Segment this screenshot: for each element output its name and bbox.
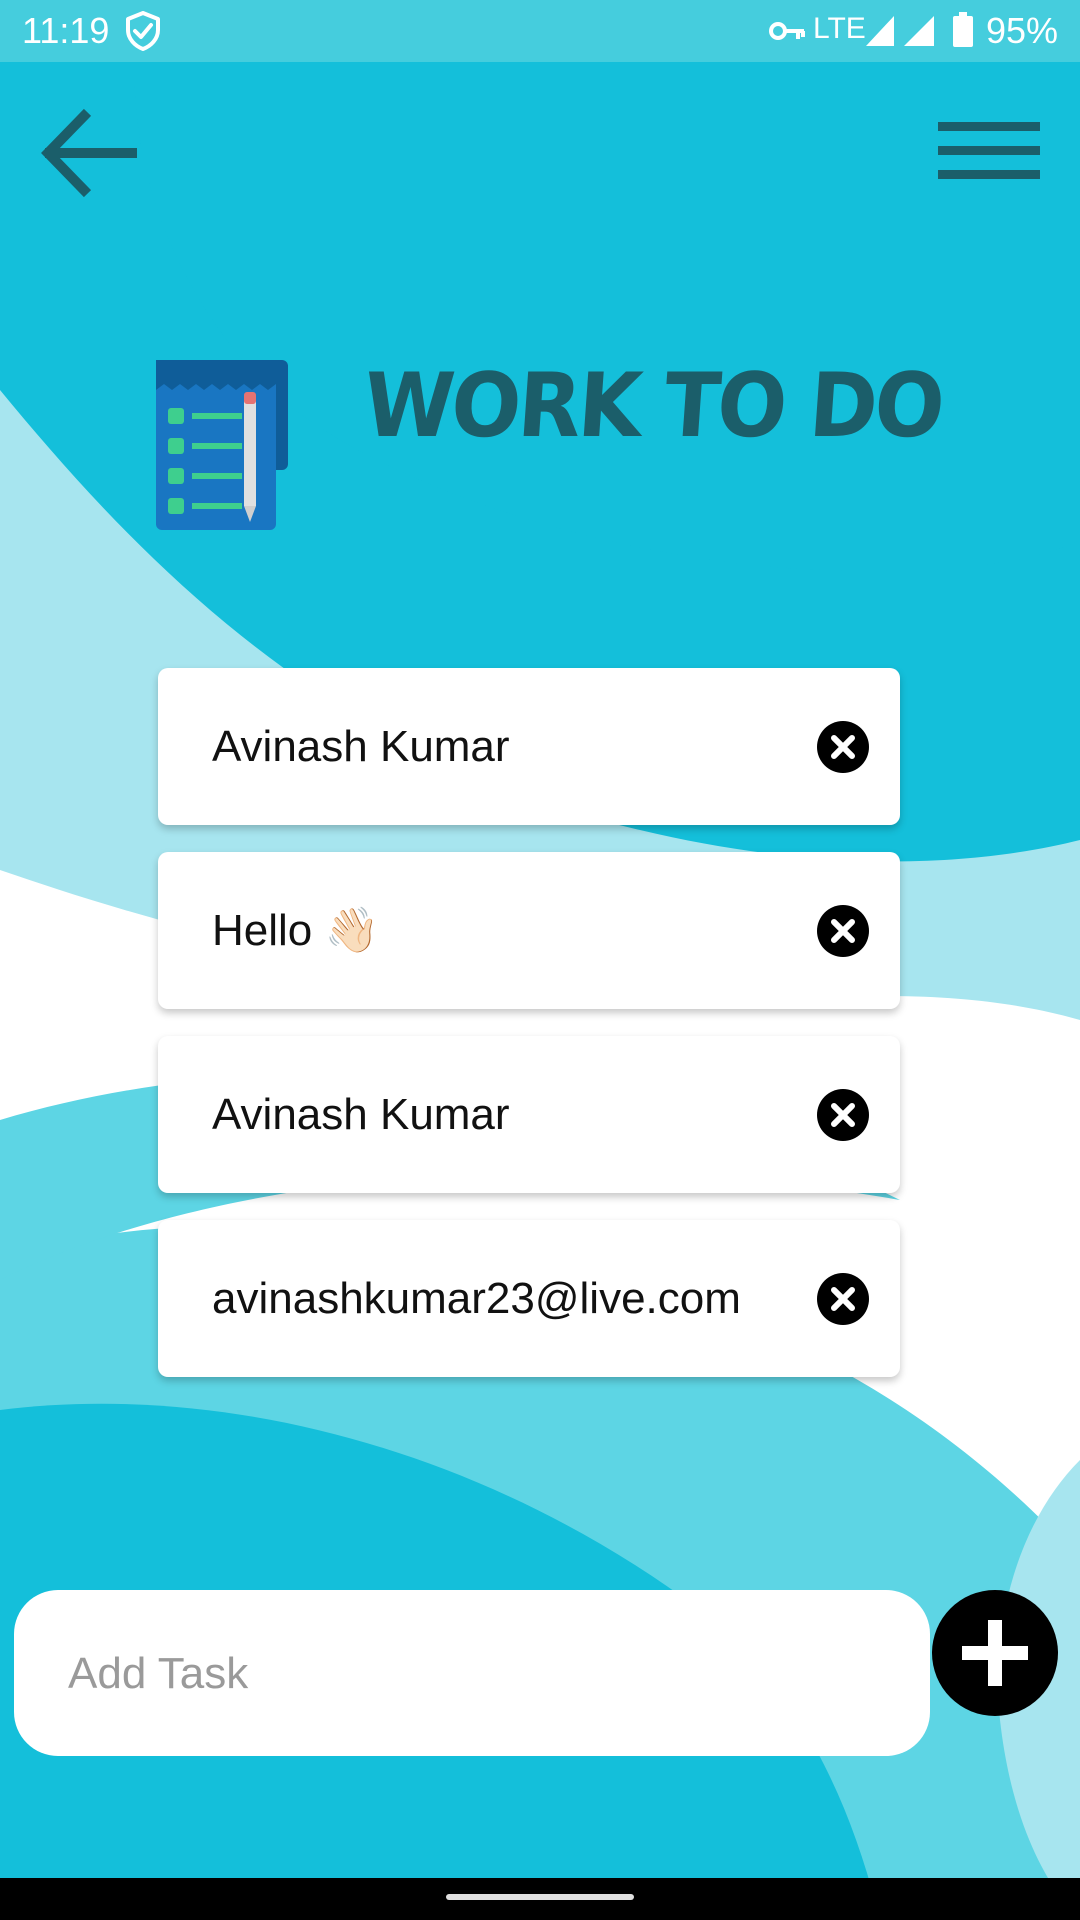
task-text: Avinash Kumar (212, 1090, 510, 1139)
task-text: Avinash Kumar (212, 722, 510, 771)
task-item[interactable]: avinashkumar23@live.com (158, 1220, 900, 1377)
home-gesture-handle[interactable] (446, 1894, 634, 1900)
task-list: Avinash Kumar Hello 👋🏻 Avinash Kumar avi… (158, 668, 900, 1404)
shield-check-icon (126, 11, 160, 51)
close-circle-icon[interactable] (816, 1272, 870, 1326)
page-title: WORK TO DO (360, 355, 945, 458)
arrow-left-icon (41, 108, 137, 198)
add-task-button[interactable] (932, 1590, 1058, 1716)
close-circle-icon[interactable] (816, 1088, 870, 1142)
status-bar: 11:19 LTE 95% (0, 0, 1080, 62)
close-circle-icon[interactable] (816, 904, 870, 958)
notepad-checklist-icon (156, 360, 288, 530)
battery-percent: 95% (986, 10, 1059, 51)
plus-icon (962, 1620, 1028, 1686)
network-type: LTE (813, 12, 866, 45)
add-task-input[interactable] (66, 1590, 890, 1758)
add-task-field (14, 1590, 930, 1758)
navigation-bar (0, 1878, 1080, 1920)
battery-icon (953, 12, 973, 47)
signal-icon (904, 16, 934, 46)
hamburger-menu-icon (938, 122, 1040, 179)
menu-button[interactable] (930, 112, 1042, 192)
task-text: avinashkumar23@live.com (212, 1274, 741, 1323)
task-item[interactable]: Avinash Kumar (158, 1036, 900, 1193)
signal-icon (866, 16, 894, 46)
close-circle-icon[interactable] (816, 720, 870, 774)
status-time: 11:19 (22, 10, 110, 51)
task-item[interactable]: Hello 👋🏻 (158, 852, 900, 1009)
task-text: Hello 👋🏻 (212, 906, 380, 955)
task-item[interactable]: Avinash Kumar (158, 668, 900, 825)
vpn-key-icon (769, 22, 805, 40)
back-button[interactable] (40, 104, 138, 202)
